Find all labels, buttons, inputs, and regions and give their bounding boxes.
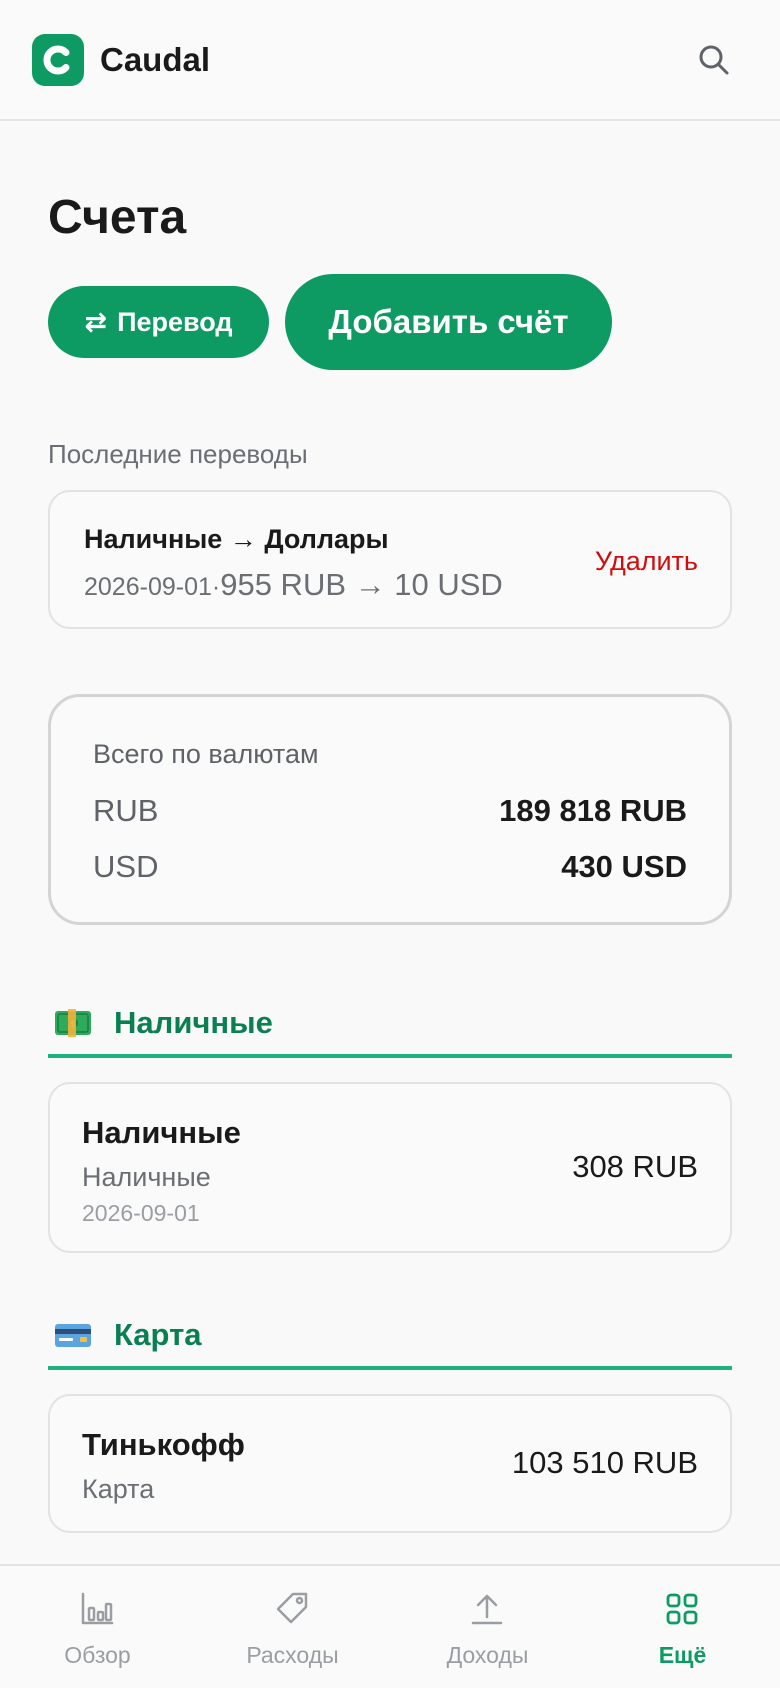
transfer-date: 2026-09-01 xyxy=(84,573,212,601)
totals-value: 430 USD xyxy=(561,849,687,884)
account-type: Наличные xyxy=(82,1162,211,1192)
transfer-separator: · xyxy=(211,573,221,601)
transfer-button-label: Перевод xyxy=(117,306,233,337)
account-name: Тинькофф xyxy=(82,1427,245,1462)
transfer-item: Наличные → Доллары 2026-09-01·955 RUB → … xyxy=(48,490,732,629)
page-title: Счета xyxy=(48,191,187,244)
totals-row: RUB 189 818 RUB xyxy=(93,791,687,831)
group-header-cash: $ Наличные xyxy=(48,998,732,1058)
delete-transfer-button[interactable]: Удалить xyxy=(595,544,698,578)
recent-transfers-label: Последние переводы xyxy=(48,439,308,469)
upload-icon xyxy=(471,1594,503,1625)
totals-currency: USD xyxy=(93,849,159,884)
tab-label: Доходы xyxy=(446,1642,529,1668)
transfer-route: Наличные → Доллары xyxy=(84,524,389,554)
app-header: Caudal xyxy=(0,0,780,121)
transfer-arrows-icon: ⇄ xyxy=(84,306,108,337)
currency-totals-card: Всего по валютам RUB 189 818 RUB USD 430… xyxy=(48,694,732,925)
app-logo-icon[interactable] xyxy=(32,34,84,86)
totals-currency: RUB xyxy=(93,793,159,828)
tab-label: Расходы xyxy=(246,1642,339,1668)
tab-expenses[interactable]: Расходы xyxy=(195,1566,390,1688)
transfer-amount: 955 RUB → 10 USD xyxy=(220,567,503,602)
account-balance: 103 510 RUB xyxy=(511,1445,698,1480)
account-name: Наличные xyxy=(82,1115,241,1150)
account-date: 2026-09-01 xyxy=(82,1200,200,1226)
grid-icon xyxy=(666,1593,698,1625)
transfer-meta: 2026-09-01·955 RUB → 10 USD xyxy=(84,564,503,612)
add-account-button[interactable]: Добавить счёт xyxy=(285,274,612,370)
account-card[interactable]: Тинькофф Карта 103 510 RUB xyxy=(48,1394,732,1533)
tag-icon xyxy=(276,1592,308,1624)
bar-chart-icon xyxy=(81,1592,114,1625)
tab-overview[interactable]: Обзор xyxy=(0,1566,195,1688)
search-icon[interactable] xyxy=(694,40,734,80)
group-title: Карта xyxy=(114,1317,202,1352)
account-type: Карта xyxy=(82,1474,155,1504)
tab-label: Ещё xyxy=(658,1642,707,1668)
totals-row: USD 430 USD xyxy=(93,847,687,887)
group-header-card: Карта xyxy=(48,1310,732,1370)
account-balance: 308 RUB xyxy=(572,1149,698,1184)
group-title: Наличные xyxy=(114,1005,273,1040)
account-card[interactable]: Наличные Наличные 2026-09-01 308 RUB xyxy=(48,1082,732,1253)
totals-value: 189 818 RUB xyxy=(499,793,687,828)
bottom-tab-bar: Обзор Расходы Доходы Ещё xyxy=(0,1564,780,1688)
money-banknote-icon: $ xyxy=(54,1008,92,1038)
tab-more[interactable]: Ещё xyxy=(585,1566,780,1688)
credit-card-icon xyxy=(54,1320,92,1350)
tab-label: Обзор xyxy=(64,1642,131,1668)
app-name: Caudal xyxy=(100,41,211,78)
tab-income[interactable]: Доходы xyxy=(390,1566,585,1688)
transfer-button[interactable]: ⇄ Перевод xyxy=(48,286,269,358)
totals-title: Всего по валютам xyxy=(93,739,319,769)
